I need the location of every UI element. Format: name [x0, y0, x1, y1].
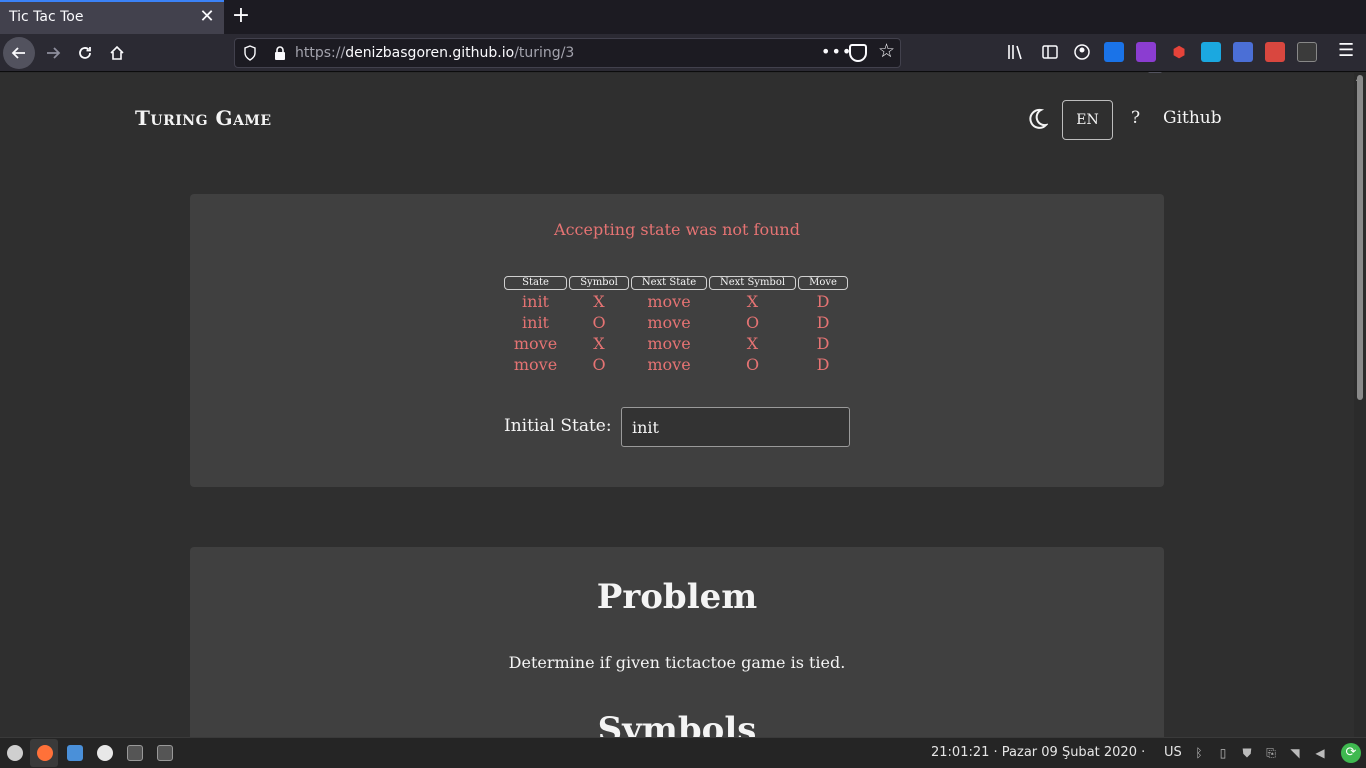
settings-icon[interactable] — [97, 745, 113, 761]
firefox-icon[interactable] — [37, 745, 53, 761]
error-message: Accepting state was not found — [554, 220, 800, 239]
help-link[interactable]: ? — [1131, 108, 1140, 128]
header-next-symbol[interactable]: Next Symbol — [709, 276, 796, 290]
address-bar[interactable]: https://denizbasgoren.github.io/turing/3… — [234, 38, 901, 68]
library-icon[interactable] — [1005, 42, 1025, 62]
terminal-icon-2[interactable] — [157, 745, 173, 761]
arrow-right-icon — [47, 47, 61, 59]
rule-move[interactable]: D — [798, 291, 848, 312]
translate-icon[interactable] — [1233, 42, 1253, 62]
new-tab-button[interactable]: + — [230, 4, 252, 28]
extension-purple-icon[interactable] — [1136, 42, 1156, 62]
url-text[interactable]: https://denizbasgoren.github.io/turing/3 — [295, 45, 574, 61]
tab-bar: Tic Tac Toe ✕ + — [0, 0, 1366, 34]
forward-button[interactable] — [37, 37, 69, 69]
update-icon[interactable]: ⟳ — [1341, 743, 1361, 763]
rule-next-symbol[interactable]: O — [709, 354, 796, 375]
browser-tab[interactable]: Tic Tac Toe ✕ — [0, 0, 224, 34]
bluetooth-icon[interactable]: ᛒ — [1192, 746, 1206, 760]
rule-next-symbol[interactable]: X — [709, 291, 796, 312]
lock-icon[interactable] — [273, 45, 287, 61]
rule-row[interactable]: move X move X D — [504, 333, 850, 354]
arrow-left-icon — [11, 47, 25, 59]
rule-next-symbol[interactable]: O — [709, 312, 796, 333]
rule-symbol[interactable]: X — [569, 333, 629, 354]
rule-state[interactable]: init — [504, 291, 567, 312]
initial-state-input[interactable] — [621, 407, 850, 447]
rule-next-symbol[interactable]: X — [709, 333, 796, 354]
app-menu-icon[interactable] — [7, 745, 23, 761]
problem-heading: Problem — [596, 577, 758, 617]
extension-cube-icon[interactable] — [1201, 42, 1221, 62]
rule-next-state[interactable]: move — [631, 333, 707, 354]
extension-face-icon[interactable] — [1297, 42, 1317, 62]
header-next-state[interactable]: Next State — [631, 276, 707, 290]
terminal-icon[interactable] — [127, 745, 143, 761]
clock-date[interactable]: 21:01:21 · Pazar 09 Şubat 2020 · — [931, 745, 1145, 760]
page-content: Turing Game EN ? Github Accepting state … — [0, 73, 1354, 737]
rule-symbol[interactable]: X — [569, 291, 629, 312]
language-button[interactable]: EN — [1062, 100, 1113, 140]
page-actions-button[interactable]: ••• — [821, 42, 852, 61]
machine-card: Accepting state was not found State Symb… — [190, 194, 1164, 487]
rule-state[interactable]: move — [504, 333, 567, 354]
problem-description: Determine if given tictactoe game is tie… — [508, 653, 846, 672]
keyboard-layout[interactable]: US — [1164, 745, 1182, 760]
github-link[interactable]: Github — [1163, 108, 1222, 128]
dark-mode-moon-icon[interactable] — [1026, 107, 1048, 131]
account-icon[interactable] — [1072, 42, 1092, 62]
url-scheme: https:// — [295, 45, 346, 61]
rule-next-state[interactable]: move — [631, 291, 707, 312]
bookmark-star-icon[interactable]: ☆ — [878, 40, 895, 62]
ublock-shield-icon[interactable]: ⬢ — [1169, 42, 1189, 62]
header-move[interactable]: Move — [798, 276, 848, 290]
wifi-icon[interactable]: ◥ — [1288, 746, 1302, 760]
header-symbol[interactable]: Symbol — [569, 276, 629, 290]
security-shield-icon[interactable]: ⛊ — [1240, 746, 1254, 760]
reload-button[interactable] — [69, 37, 101, 69]
page-scrollbar[interactable]: ▲ — [1354, 73, 1366, 737]
navigation-toolbar: https://denizbasgoren.github.io/turing/3… — [0, 34, 1366, 84]
initial-state-label: Initial State: — [504, 416, 612, 436]
url-path: /turing/3 — [514, 45, 575, 61]
rule-symbol[interactable]: O — [569, 312, 629, 333]
hamburger-menu-icon[interactable]: ☰ — [1338, 42, 1356, 60]
battery-icon[interactable]: ▯ — [1216, 746, 1230, 760]
skype-extension-icon[interactable] — [1104, 42, 1124, 62]
volume-icon[interactable]: ◀ — [1313, 746, 1327, 760]
site-title[interactable]: Turing Game — [135, 106, 272, 130]
rule-row[interactable]: init X move X D — [504, 291, 850, 312]
reload-icon — [79, 47, 91, 59]
rule-symbol[interactable]: O — [569, 354, 629, 375]
home-icon — [110, 45, 124, 60]
rule-row[interactable]: move O move O D — [504, 354, 850, 375]
sidebar-icon[interactable] — [1040, 42, 1060, 62]
tracking-shield-icon[interactable] — [243, 45, 257, 61]
back-button[interactable] — [3, 37, 35, 69]
home-button[interactable] — [101, 37, 133, 69]
header-state[interactable]: State — [504, 276, 567, 290]
screenshot-camera-icon[interactable] — [1265, 42, 1285, 62]
rule-next-state[interactable]: move — [631, 312, 707, 333]
rule-move[interactable]: D — [798, 333, 848, 354]
file-manager-icon[interactable] — [67, 745, 83, 761]
rule-row[interactable]: init O move O D — [504, 312, 850, 333]
rule-state[interactable]: init — [504, 312, 567, 333]
clipboard-icon[interactable]: ⎘ — [1264, 746, 1278, 760]
pocket-icon[interactable] — [849, 44, 867, 62]
problem-card: Problem Determine if given tictactoe gam… — [190, 547, 1164, 737]
rule-next-state[interactable]: move — [631, 354, 707, 375]
url-host: denizbasgoren.github.io — [345, 45, 515, 61]
os-taskbar: 21:01:21 · Pazar 09 Şubat 2020 · US ᛒ ▯ … — [0, 737, 1366, 768]
scroll-thumb[interactable] — [1357, 75, 1363, 400]
rule-move[interactable]: D — [798, 312, 848, 333]
close-tab-icon[interactable]: ✕ — [199, 8, 215, 26]
symbols-heading: Symbols — [597, 710, 757, 737]
rule-move[interactable]: D — [798, 354, 848, 375]
tab-title: Tic Tac Toe — [9, 9, 84, 25]
rule-state[interactable]: move — [504, 354, 567, 375]
